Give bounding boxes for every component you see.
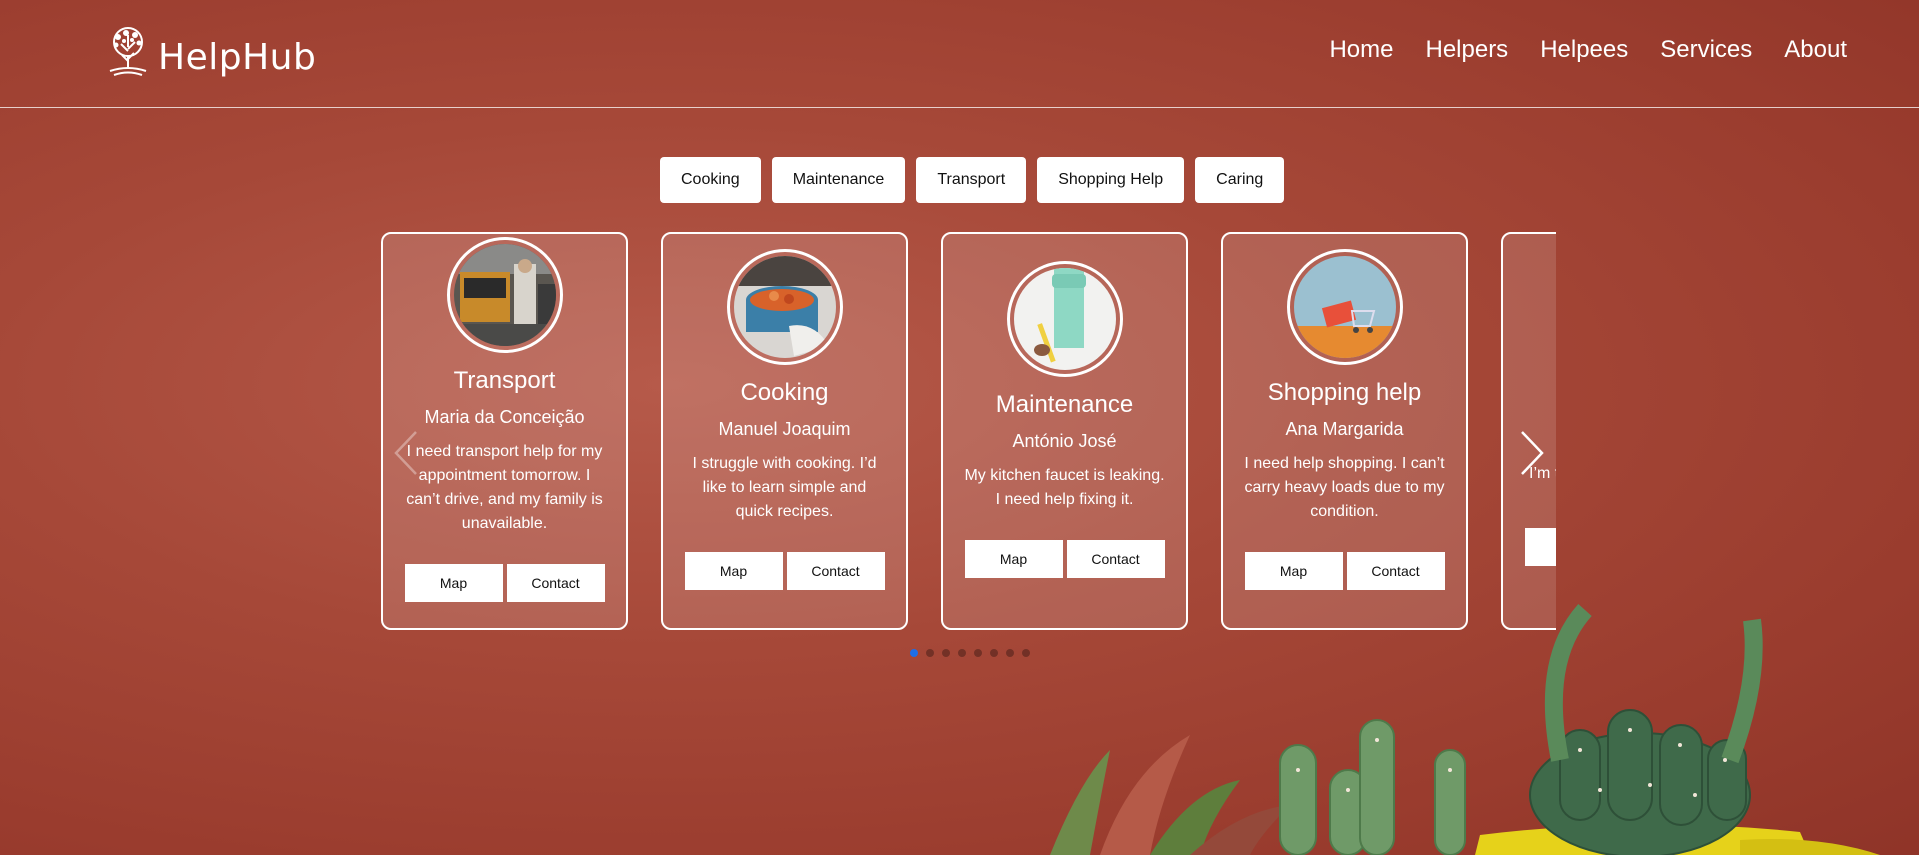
card-person-name: Maria da Conceição [424, 406, 585, 427]
contact-button[interactable]: Contact [1346, 551, 1445, 590]
map-button[interactable]: Map [404, 563, 503, 602]
nav-home[interactable]: Home [1329, 36, 1393, 64]
card-avatar [446, 236, 563, 353]
filter-transport-button[interactable]: Transport [916, 157, 1027, 203]
card-person-name: Manuel Joaquim [718, 418, 851, 439]
paint-roller-photo [1013, 267, 1116, 370]
pagination-dot[interactable] [910, 649, 918, 657]
nav-helpers[interactable]: Helpers [1425, 36, 1508, 64]
card-description: I need help shopping. I can’t carry heav… [1244, 454, 1445, 520]
pagination-dot[interactable] [1022, 649, 1030, 657]
card-person-name: Ana Margarida [1285, 418, 1404, 439]
carousel-prev-button[interactable] [390, 428, 420, 478]
pagination-dot[interactable] [974, 649, 982, 657]
main-nav: Home Helpers Helpees Services About [1329, 36, 1847, 64]
card-avatar [1006, 260, 1123, 377]
map-button[interactable]: Map [964, 539, 1063, 578]
brand-name: HelpHub [158, 36, 317, 78]
map-button[interactable]: Map [1244, 551, 1343, 590]
pagination-dot[interactable] [942, 649, 950, 657]
card-title: Shopping help [1267, 378, 1422, 406]
cooking-pot-photo [733, 255, 836, 358]
card-avatar [1286, 248, 1403, 365]
map-button[interactable]: Map [684, 551, 783, 590]
card-description: I struggle with cooking. I’d like to lea… [692, 454, 877, 520]
carousel-next-button[interactable] [1518, 428, 1548, 478]
request-card: Maintenance António José My kitchen fauc… [941, 232, 1188, 630]
request-carousel: Transport Maria da Conceição I need tran… [381, 232, 1556, 634]
filter-cooking-button[interactable]: Cooking [660, 157, 761, 203]
nav-services[interactable]: Services [1660, 36, 1752, 64]
pagination-dot[interactable] [990, 649, 998, 657]
chevron-right-icon [1521, 431, 1544, 475]
card-title: Transport [453, 366, 556, 394]
map-button[interactable] [1525, 528, 1556, 566]
card-person-name: António José [1012, 430, 1117, 451]
card-title: Cooking [740, 378, 829, 406]
filter-shopping-help-button[interactable]: Shopping Help [1037, 157, 1185, 203]
site-header: HelpHub Home Helpers Helpees Services Ab… [0, 0, 1919, 108]
tree-icon [109, 27, 147, 76]
cactus-plants-image [1050, 603, 1880, 855]
bus-photo [453, 243, 556, 346]
carousel-pagination [910, 649, 1030, 657]
card-avatar [726, 248, 843, 365]
chevron-left-icon [394, 431, 417, 475]
nav-helpees[interactable]: Helpees [1540, 36, 1628, 64]
card-description: My kitchen faucet is leaking. I need hel… [964, 466, 1165, 508]
filter-caring-button[interactable]: Caring [1195, 157, 1285, 203]
pagination-dot[interactable] [1006, 649, 1014, 657]
pagination-dot[interactable] [958, 649, 966, 657]
brand-logo[interactable]: HelpHub [104, 24, 316, 80]
nav-about[interactable]: About [1784, 36, 1847, 64]
request-card: Cooking Manuel Joaquim I struggle with c… [661, 232, 908, 630]
filter-maintenance-button[interactable]: Maintenance [771, 157, 906, 203]
shopping-cart-photo [1293, 255, 1396, 358]
contact-button[interactable]: Contact [1066, 539, 1165, 578]
category-filters: Cooking Maintenance Transport Shopping H… [660, 157, 1285, 203]
contact-button[interactable]: Contact [786, 551, 885, 590]
card-title: Maintenance [995, 390, 1134, 418]
request-card: Shopping help Ana Margarida I need help … [1221, 232, 1468, 630]
contact-button[interactable]: Contact [506, 563, 605, 602]
pagination-dot[interactable] [926, 649, 934, 657]
